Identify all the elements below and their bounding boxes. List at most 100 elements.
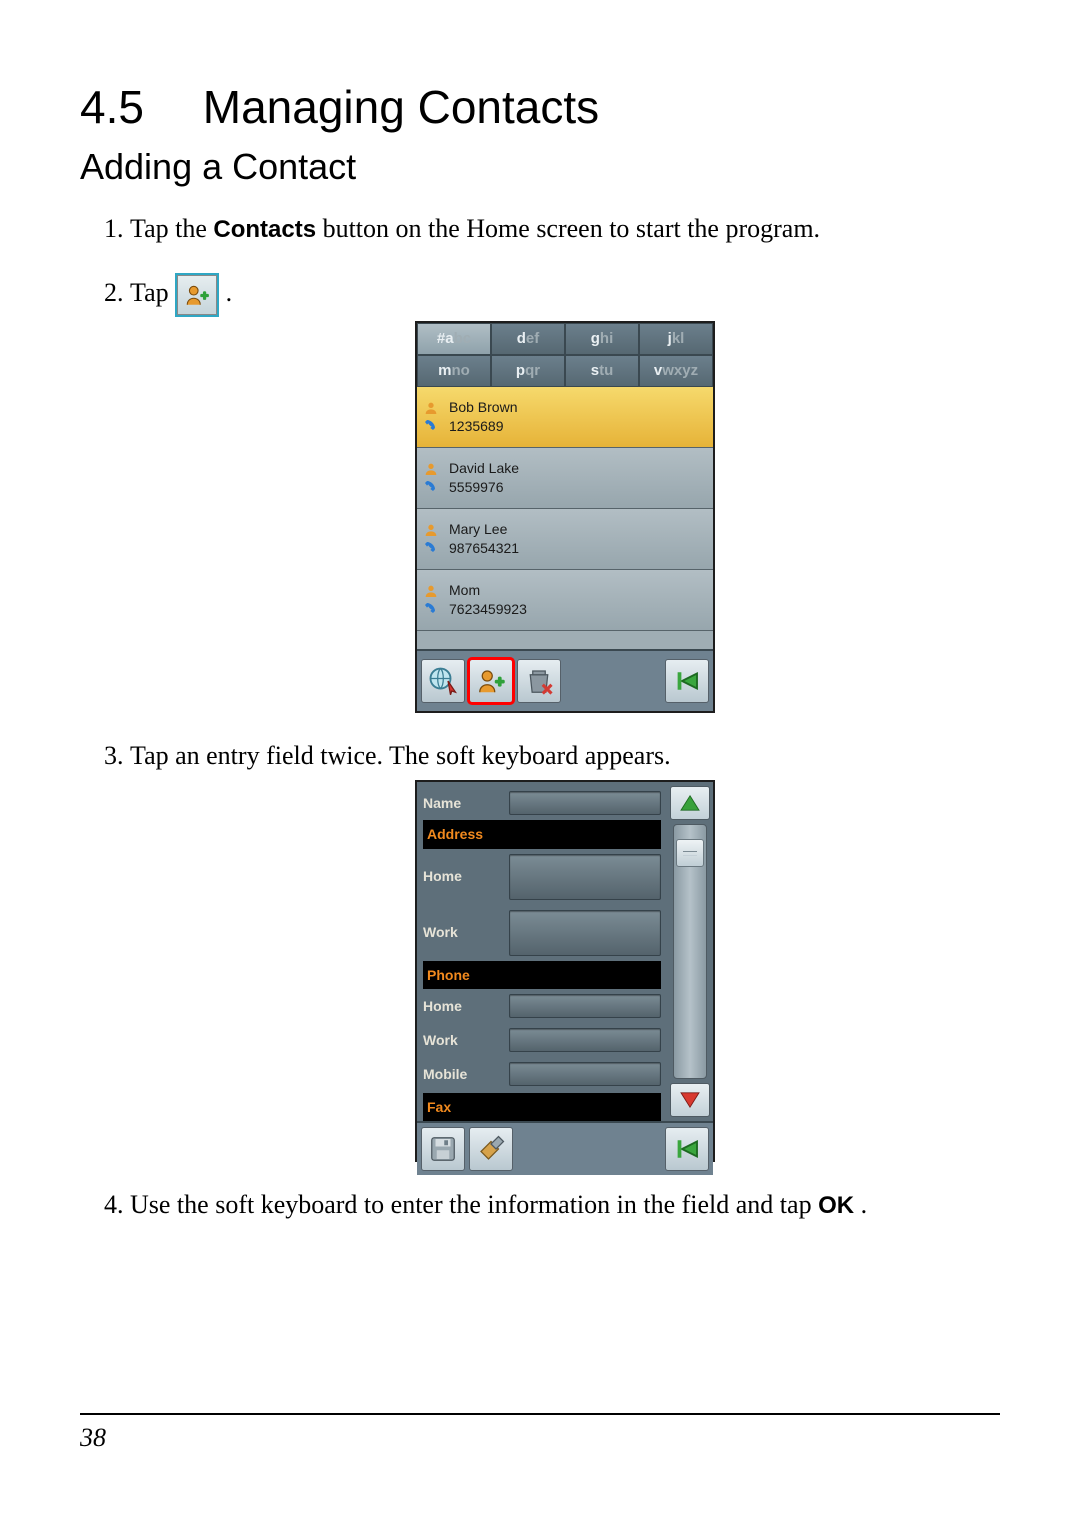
alpha-tab-mno[interactable]: mno bbox=[417, 355, 491, 387]
save-button[interactable] bbox=[421, 1127, 465, 1171]
scroll-down-icon bbox=[679, 1091, 701, 1109]
manual-page: 4.5 Managing Contacts Adding a Contact T… bbox=[0, 0, 1080, 1533]
field-label: Work bbox=[423, 921, 503, 943]
field-label: Name bbox=[423, 792, 503, 814]
contact-number: 5559976 bbox=[449, 478, 519, 497]
clear-button[interactable] bbox=[469, 1127, 513, 1171]
alpha-tab-jkl[interactable]: jkl bbox=[639, 323, 713, 355]
add-contact-button[interactable] bbox=[469, 659, 513, 703]
scroll-down-button[interactable] bbox=[670, 1083, 710, 1117]
form-row-work-address: Work bbox=[423, 905, 667, 961]
alpha-tab-bar: #abc def ghi jkl mno pqr stu vwxyz bbox=[417, 323, 713, 387]
step-2: Tap . #abc def ghi bbox=[130, 272, 1000, 713]
contact-row[interactable]: Mom 7623459923 bbox=[417, 570, 713, 631]
field-label: Mobile bbox=[423, 1063, 503, 1085]
contact-name: Mom bbox=[449, 581, 527, 600]
scroll-thumb[interactable] bbox=[676, 839, 704, 867]
scroll-up-icon bbox=[679, 794, 701, 812]
alpha-tab-stu[interactable]: stu bbox=[565, 355, 639, 387]
contacts-toolbar bbox=[417, 649, 713, 711]
step-4-pre: Use the soft keyboard to enter the infor… bbox=[130, 1190, 818, 1219]
field-label: Work bbox=[423, 1029, 503, 1051]
section-address: Address bbox=[423, 820, 661, 848]
edit-form: Name Address Home Work bbox=[417, 782, 667, 1121]
scroll-track[interactable] bbox=[673, 824, 707, 1079]
form-row-work-phone: Work bbox=[423, 1023, 667, 1057]
add-contact-inline-icon bbox=[175, 273, 219, 317]
section-fax: Fax bbox=[423, 1093, 661, 1121]
home-address-input[interactable] bbox=[509, 854, 661, 900]
person-icon bbox=[423, 583, 439, 599]
section-number: 4.5 bbox=[80, 80, 190, 134]
step-4-bold: OK bbox=[818, 1192, 854, 1219]
work-address-input[interactable] bbox=[509, 910, 661, 956]
form-row-mobile-phone: Mobile bbox=[423, 1057, 667, 1091]
toolbar-spacer bbox=[565, 659, 661, 703]
scrollbar bbox=[667, 782, 713, 1121]
field-label: Home bbox=[423, 865, 503, 887]
step-4-post: . bbox=[861, 1190, 868, 1219]
step-1-pre: Tap the bbox=[130, 214, 213, 243]
step-2-post: . bbox=[226, 278, 233, 307]
section-phone: Phone bbox=[423, 961, 661, 989]
contacts-list: Bob Brown 1235689 David Lake 555 bbox=[417, 387, 713, 649]
form-row-home-address: Home bbox=[423, 849, 667, 905]
alpha-tab-pqr[interactable]: pqr bbox=[491, 355, 565, 387]
contact-row[interactable]: Bob Brown 1235689 bbox=[417, 387, 713, 448]
phone-icon bbox=[423, 479, 439, 495]
contact-name: Bob Brown bbox=[449, 398, 517, 417]
subsection-heading: Adding a Contact bbox=[80, 146, 1000, 188]
toolbar-spacer bbox=[517, 1127, 661, 1171]
section-title-text: Managing Contacts bbox=[203, 81, 599, 133]
alpha-tab-def[interactable]: def bbox=[491, 323, 565, 355]
add-contact-icon bbox=[184, 282, 210, 308]
phone-icon bbox=[423, 540, 439, 556]
page-number: 38 bbox=[80, 1423, 106, 1452]
field-label: Home bbox=[423, 995, 503, 1017]
alpha-tab-vwxyz[interactable]: vwxyz bbox=[639, 355, 713, 387]
globe-pin-icon bbox=[428, 666, 458, 696]
phone-icon bbox=[423, 418, 439, 434]
delete-contact-button[interactable] bbox=[517, 659, 561, 703]
name-input[interactable] bbox=[509, 791, 661, 815]
contact-number: 987654321 bbox=[449, 539, 519, 558]
contact-row[interactable]: Mary Lee 987654321 bbox=[417, 509, 713, 570]
back-button[interactable] bbox=[665, 659, 709, 703]
step-4: Use the soft keyboard to enter the infor… bbox=[130, 1184, 1000, 1226]
step-3: Tap an entry field twice. The soft keybo… bbox=[130, 735, 1000, 1163]
contact-name: David Lake bbox=[449, 459, 519, 478]
clear-icon bbox=[476, 1134, 506, 1164]
map-button[interactable] bbox=[421, 659, 465, 703]
back-button[interactable] bbox=[665, 1127, 709, 1171]
work-phone-input[interactable] bbox=[509, 1028, 661, 1052]
contact-row[interactable]: David Lake 5559976 bbox=[417, 448, 713, 509]
contact-number: 7623459923 bbox=[449, 600, 527, 619]
steps-list: Tap the Contacts button on the Home scre… bbox=[80, 208, 1000, 1226]
contact-number: 1235689 bbox=[449, 417, 517, 436]
phone-icon bbox=[423, 601, 439, 617]
page-footer: 38 bbox=[80, 1413, 1000, 1453]
step-1-bold: Contacts bbox=[213, 216, 316, 243]
contact-name: Mary Lee bbox=[449, 520, 519, 539]
form-row-name: Name bbox=[423, 786, 667, 820]
edit-contact-screenshot: Name Address Home Work bbox=[415, 780, 715, 1162]
contacts-screenshot: #abc def ghi jkl mno pqr stu vwxyz bbox=[415, 321, 715, 713]
edit-toolbar bbox=[417, 1121, 713, 1175]
alpha-tab-ghi[interactable]: ghi bbox=[565, 323, 639, 355]
step-2-pre: Tap bbox=[130, 278, 175, 307]
delete-icon bbox=[524, 666, 554, 696]
back-icon bbox=[672, 1134, 702, 1164]
section-heading: 4.5 Managing Contacts bbox=[80, 80, 1000, 134]
person-icon bbox=[423, 461, 439, 477]
step-3-text: Tap an entry field twice. The soft keybo… bbox=[130, 741, 671, 770]
back-icon bbox=[672, 666, 702, 696]
person-icon bbox=[423, 522, 439, 538]
step-1: Tap the Contacts button on the Home scre… bbox=[130, 208, 1000, 250]
scroll-up-button[interactable] bbox=[670, 786, 710, 820]
form-row-home-phone: Home bbox=[423, 989, 667, 1023]
mobile-phone-input[interactable] bbox=[509, 1062, 661, 1086]
alpha-tab-abc[interactable]: #abc bbox=[417, 323, 491, 355]
person-icon bbox=[423, 400, 439, 416]
home-phone-input[interactable] bbox=[509, 994, 661, 1018]
add-contact-icon bbox=[476, 666, 506, 696]
